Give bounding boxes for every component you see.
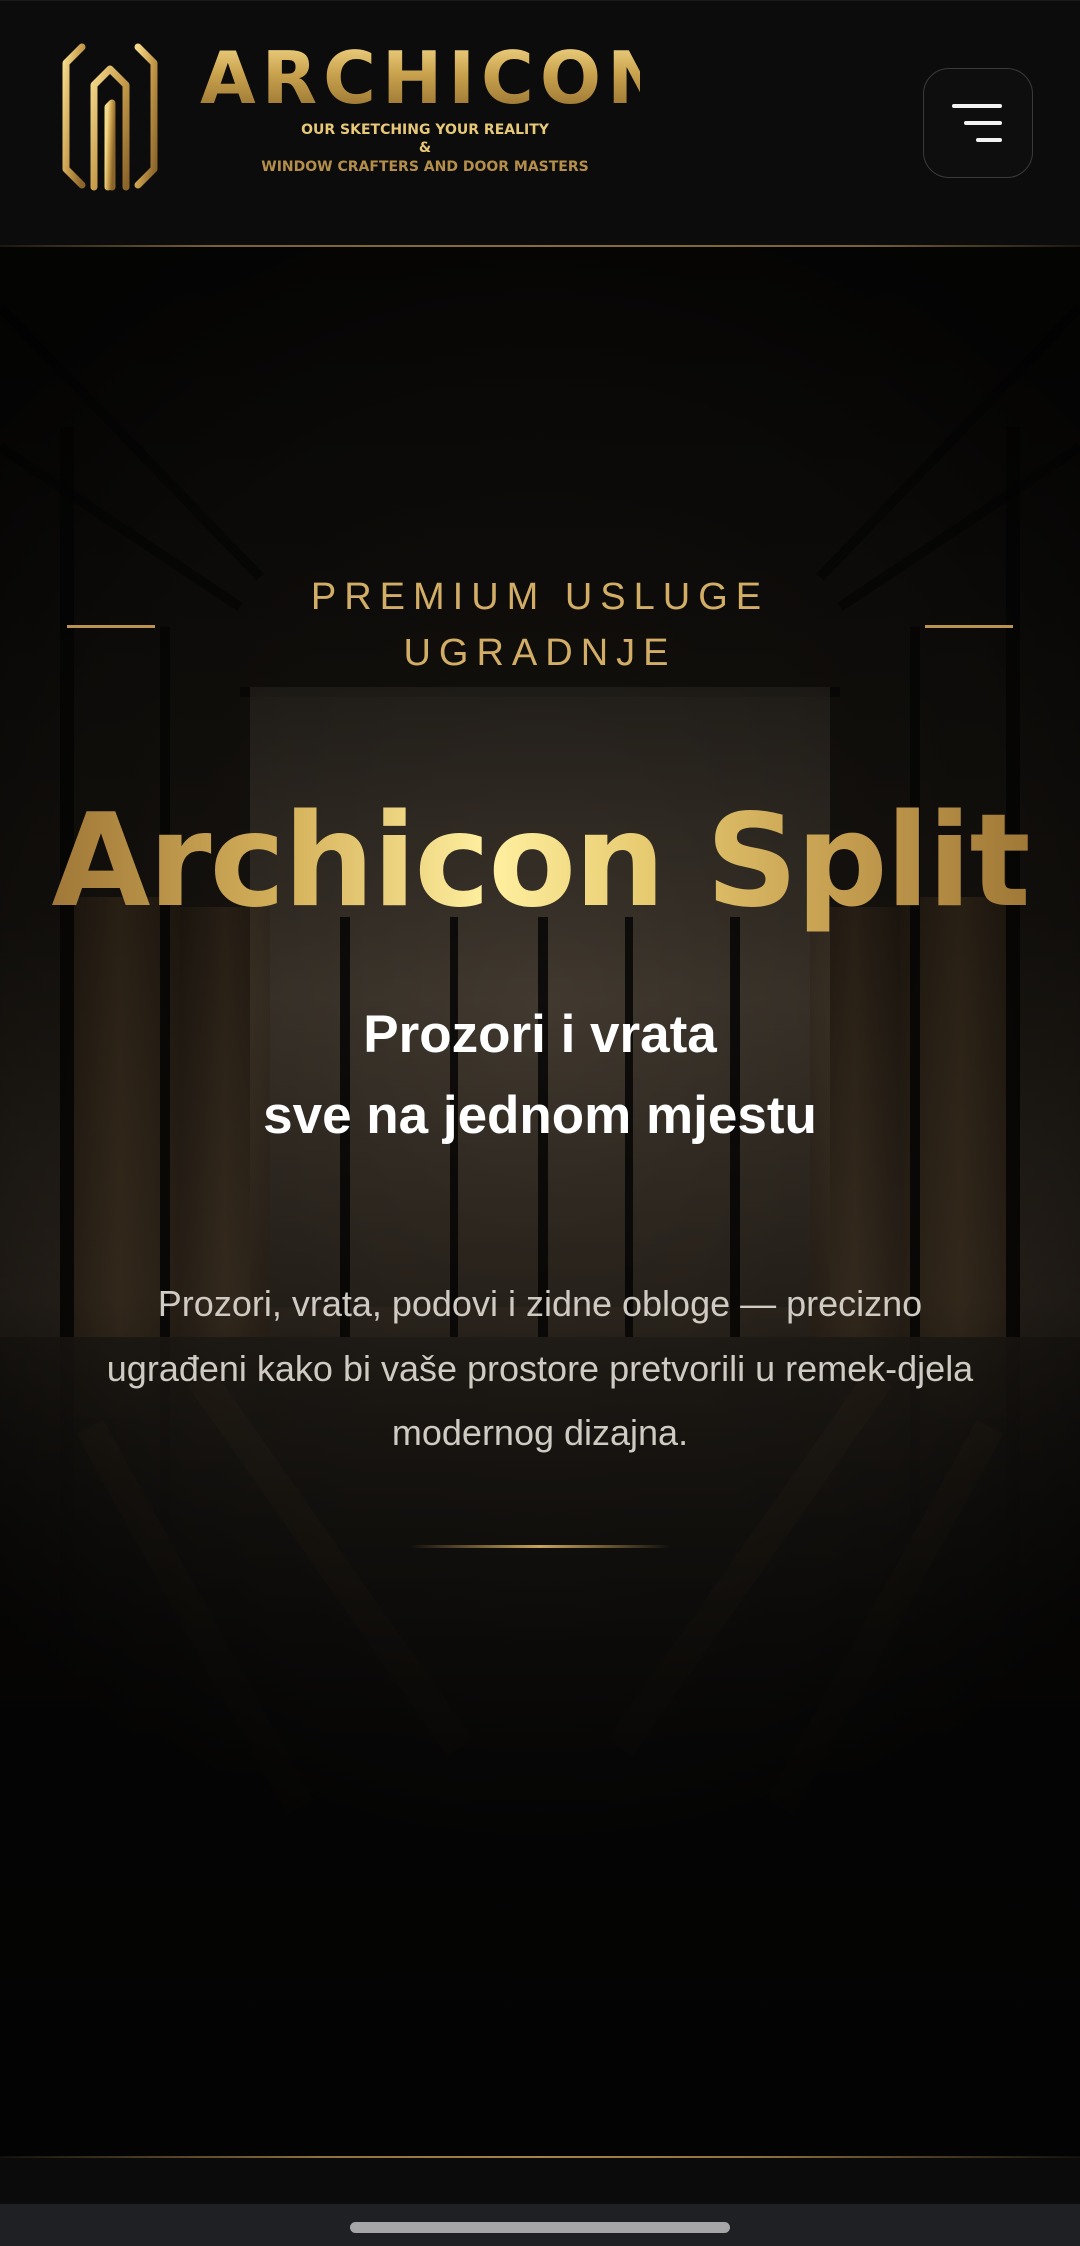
hero-overlay bbox=[0, 247, 1080, 2157]
brand-name[interactable]: ARCHICON bbox=[200, 37, 667, 119]
page: ARCHICON OUR SKETCHING YOUR REALITY & WI… bbox=[0, 0, 1080, 2246]
hero-description-line2: ugrađeni kako bi vaše prostore pretvoril… bbox=[106, 1348, 974, 1389]
hero-description-line1: Prozori, vrata, podovi i zidne obloge — … bbox=[157, 1283, 923, 1324]
brand-tagline-line2: & bbox=[418, 140, 432, 156]
hamburger-menu-icon-bar bbox=[964, 121, 1002, 125]
hero-subtitle-line2: sve na jednom mjestu bbox=[263, 1086, 817, 1145]
hamburger-menu-icon-bar bbox=[976, 138, 1002, 142]
page-bottom-spacer bbox=[0, 2158, 1080, 2204]
archicon-logo-icon[interactable] bbox=[60, 37, 160, 195]
eyebrow-line-left bbox=[67, 625, 155, 628]
hero-description-line3: modernog dizajna. bbox=[391, 1412, 689, 1453]
eyebrow-line-right bbox=[925, 625, 1013, 628]
hero-subtitle-line1: Prozori i vrata bbox=[363, 1005, 717, 1064]
brand-tagline-line3: WINDOW CRAFTERS AND DOOR MASTERS bbox=[261, 159, 589, 175]
hero-eyebrow: PREMIUM USLUGE UGRADNJE bbox=[310, 576, 770, 674]
home-gesture-handle[interactable] bbox=[350, 2222, 730, 2233]
hero-title: Archicon Split bbox=[40, 787, 1040, 937]
menu-button[interactable] bbox=[923, 68, 1033, 178]
brand-tagline-line1: OUR SKETCHING YOUR REALITY bbox=[301, 122, 549, 138]
site-header: ARCHICON OUR SKETCHING YOUR REALITY & WI… bbox=[0, 0, 1080, 248]
hero-section: PREMIUM USLUGE UGRADNJE Archicon Split P… bbox=[0, 247, 1080, 2157]
hamburger-menu-icon bbox=[952, 104, 1002, 108]
hero-divider bbox=[410, 1545, 670, 1548]
system-navigation-bar bbox=[0, 2204, 1080, 2246]
